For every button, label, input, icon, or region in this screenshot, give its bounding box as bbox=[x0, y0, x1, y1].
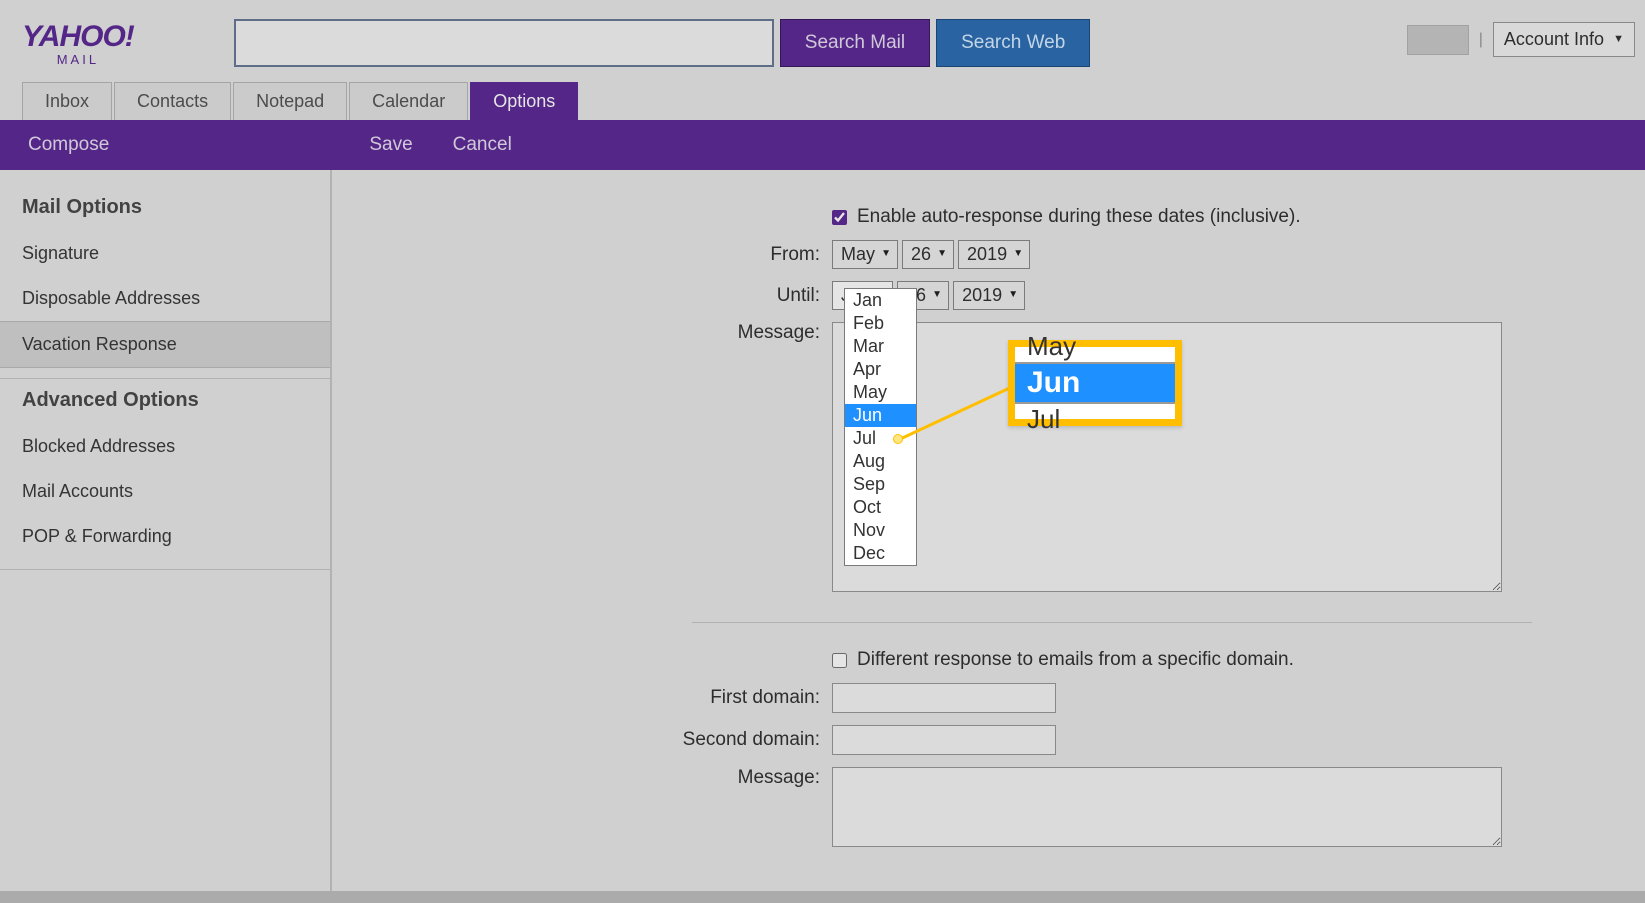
callout-prev: May bbox=[1015, 331, 1175, 363]
diff-label: Different response to emails from a spec… bbox=[857, 649, 1294, 671]
compose-button[interactable]: Compose bbox=[28, 134, 109, 156]
second-domain-label: Second domain: bbox=[332, 729, 832, 751]
month-option-dec[interactable]: Dec bbox=[845, 542, 916, 565]
save-button[interactable]: Save bbox=[369, 134, 412, 156]
form-grid: Enable auto-response during these dates … bbox=[332, 206, 1615, 847]
month-option-may[interactable]: May bbox=[845, 381, 916, 404]
search-mail-button[interactable]: Search Mail bbox=[780, 19, 930, 67]
tab-inbox[interactable]: Inbox bbox=[22, 82, 112, 120]
sidebar-item-vacation-response[interactable]: Vacation Response bbox=[0, 321, 330, 368]
month-option-jan[interactable]: Jan bbox=[845, 289, 916, 312]
tab-contacts[interactable]: Contacts bbox=[114, 82, 231, 120]
enable-label: Enable auto-response during these dates … bbox=[857, 206, 1301, 228]
diff-checkbox[interactable] bbox=[832, 653, 847, 668]
cancel-button[interactable]: Cancel bbox=[453, 134, 512, 156]
until-label: Until: bbox=[332, 285, 832, 307]
callout-dot bbox=[893, 434, 903, 444]
action-bar: Compose Save Cancel bbox=[0, 120, 1645, 170]
message2-label: Message: bbox=[332, 767, 832, 789]
callout-next: Jul bbox=[1015, 403, 1175, 435]
from-day-select[interactable]: 26 bbox=[902, 240, 954, 269]
body-row: Mail Options Signature Disposable Addres… bbox=[0, 170, 1645, 903]
search-web-button[interactable]: Search Web bbox=[936, 19, 1090, 67]
logo-text: YAHOO! bbox=[22, 20, 134, 54]
sidebar-item-disposable-addresses[interactable]: Disposable Addresses bbox=[0, 276, 330, 321]
sidebar-item-signature[interactable]: Signature bbox=[0, 231, 330, 276]
month-option-apr[interactable]: Apr bbox=[845, 358, 916, 381]
callout-selected: Jun bbox=[1015, 363, 1175, 403]
message-label: Message: bbox=[332, 322, 832, 344]
yahoo-mail-logo: YAHOO! MAIL bbox=[22, 20, 134, 67]
callout-bubble: May Jun Jul bbox=[1008, 340, 1182, 426]
diff-row: Different response to emails from a spec… bbox=[832, 649, 1615, 671]
divider bbox=[692, 622, 1532, 623]
month-option-aug[interactable]: Aug bbox=[845, 450, 916, 473]
second-domain-input[interactable] bbox=[832, 725, 1056, 755]
first-domain-input[interactable] bbox=[832, 683, 1056, 713]
header-right: | Account Info bbox=[1407, 22, 1635, 57]
month-option-jun[interactable]: Jun bbox=[845, 404, 916, 427]
enable-row: Enable auto-response during these dates … bbox=[832, 206, 1615, 228]
header: YAHOO! MAIL Search Mail Search Web | Acc… bbox=[0, 0, 1645, 82]
tab-calendar[interactable]: Calendar bbox=[349, 82, 468, 120]
tab-notepad[interactable]: Notepad bbox=[233, 82, 347, 120]
month-option-nov[interactable]: Nov bbox=[845, 519, 916, 542]
month-option-jul[interactable]: Jul bbox=[845, 427, 916, 450]
from-year-select[interactable]: 2019 bbox=[958, 240, 1030, 269]
until-row: Jan 26 2019 bbox=[832, 281, 1615, 310]
sidebar-heading-advanced-options: Advanced Options bbox=[0, 379, 330, 424]
from-month-select[interactable]: May bbox=[832, 240, 898, 269]
month-option-sep[interactable]: Sep bbox=[845, 473, 916, 496]
tab-options[interactable]: Options bbox=[470, 82, 578, 120]
from-label: From: bbox=[332, 244, 832, 266]
content: Enable auto-response during these dates … bbox=[332, 170, 1645, 903]
until-year-select[interactable]: 2019 bbox=[953, 281, 1025, 310]
search-area: Search Mail Search Web bbox=[234, 19, 1091, 67]
sidebar-item-pop-forwarding[interactable]: POP & Forwarding bbox=[0, 514, 330, 559]
enable-checkbox[interactable] bbox=[832, 210, 847, 225]
month-option-feb[interactable]: Feb bbox=[845, 312, 916, 335]
account-info-menu[interactable]: Account Info bbox=[1493, 22, 1635, 57]
bottom-scrollbar[interactable] bbox=[0, 891, 1645, 903]
search-input[interactable] bbox=[234, 19, 774, 67]
sidebar-item-blocked-addresses[interactable]: Blocked Addresses bbox=[0, 424, 330, 469]
first-domain-label: First domain: bbox=[332, 687, 832, 709]
sidebar: Mail Options Signature Disposable Addres… bbox=[0, 170, 332, 903]
tabbar: Inbox Contacts Notepad Calendar Options bbox=[0, 82, 1645, 120]
message2-textarea[interactable] bbox=[832, 767, 1502, 847]
user-placeholder bbox=[1407, 25, 1469, 55]
logo-subtext: MAIL bbox=[57, 52, 99, 67]
separator: | bbox=[1479, 31, 1483, 49]
sidebar-divider-2 bbox=[0, 569, 330, 570]
sidebar-heading-mail-options: Mail Options bbox=[0, 186, 330, 231]
until-month-dropdown[interactable]: JanFebMarAprMayJunJulAugSepOctNovDec bbox=[844, 288, 917, 566]
from-row: May 26 2019 bbox=[832, 240, 1615, 269]
month-option-oct[interactable]: Oct bbox=[845, 496, 916, 519]
sidebar-item-mail-accounts[interactable]: Mail Accounts bbox=[0, 469, 330, 514]
month-option-mar[interactable]: Mar bbox=[845, 335, 916, 358]
